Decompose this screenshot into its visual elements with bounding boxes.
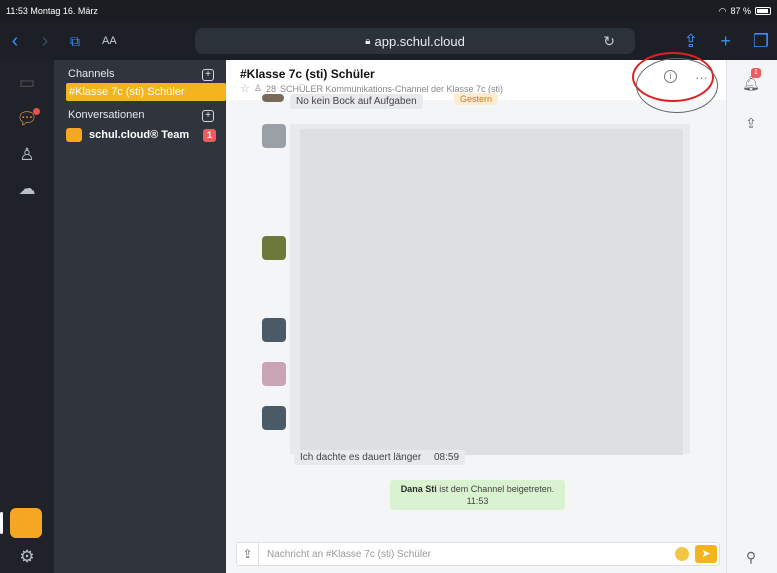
- member-icon: ♙: [253, 83, 262, 93]
- file-upload-icon[interactable]: ⇪: [740, 112, 762, 134]
- app-rail: ▭ 💬︎ ♙ ☁︎ ⚙: [0, 60, 54, 573]
- back-icon[interactable]: ‹: [0, 30, 30, 53]
- channel-description: SCHÜLER Kommunikations-Channel der Klass…: [279, 83, 504, 94]
- url-text: app.schul.cloud: [374, 33, 465, 49]
- date-separator: Gestern: [454, 93, 499, 105]
- avatar: [262, 94, 284, 102]
- bookmarks-icon[interactable]: ⧉: [60, 33, 90, 50]
- message-input[interactable]: Nachricht an #Klasse 7c (sti) Schüler: [267, 549, 675, 560]
- cloud-icon[interactable]: ☁︎: [14, 176, 40, 202]
- system-message: Dana Sti ist dem Channel beigetreten. 11…: [390, 480, 565, 510]
- member-count[interactable]: 28: [266, 84, 276, 94]
- reader-aa-button[interactable]: AA: [102, 35, 117, 47]
- system-time: 11:53: [466, 496, 489, 506]
- right-rail: 🔔︎ 1 ⇪ ⚲: [726, 60, 777, 573]
- send-button[interactable]: ➤: [695, 545, 717, 563]
- message-time: 08:59: [433, 452, 460, 463]
- avatar: [262, 406, 286, 430]
- message-text: No kein Bock auf Aufgaben: [290, 94, 423, 109]
- address-bar[interactable]: 🔒︎ app.schul.cloud ↻: [195, 28, 635, 54]
- reload-icon[interactable]: ↻: [603, 33, 615, 50]
- add-channel-button[interactable]: +: [202, 69, 214, 81]
- unread-badge: 1: [202, 128, 216, 142]
- battery-percentage: 87 %: [730, 6, 751, 16]
- unread-dot: [33, 108, 40, 115]
- system-user: Dana Sti: [400, 484, 437, 494]
- forward-icon[interactable]: ›: [30, 30, 60, 53]
- settings-gear-icon[interactable]: ⚙: [14, 544, 40, 570]
- selection-indicator: [0, 512, 3, 534]
- channel-title: #Klasse 7c (sti) Schüler: [240, 67, 375, 81]
- annotation-gray-circle: [636, 58, 718, 113]
- team-avatar-small: [66, 128, 82, 142]
- wifi-icon: ◠: [718, 5, 727, 16]
- avatar: [262, 124, 286, 148]
- search-icon[interactable]: ⚲: [740, 546, 762, 568]
- status-bar: 11:53 Montag 16. März ◠ 87 %: [0, 0, 777, 22]
- attach-icon[interactable]: ⇪: [237, 543, 259, 565]
- status-time-date: 11:53 Montag 16. März: [6, 6, 98, 16]
- emoji-icon[interactable]: [675, 547, 689, 561]
- star-icon[interactable]: ☆: [240, 82, 250, 95]
- redacted-overlay: [300, 129, 683, 455]
- new-tab-icon[interactable]: +: [720, 31, 731, 52]
- channel-item-active[interactable]: #Klasse 7c (sti) Schüler: [66, 83, 226, 101]
- message-body: Ich dachte es dauert länger: [300, 452, 422, 463]
- channel-sidebar: Channels + #Klasse 7c (sti) Schüler Konv…: [54, 60, 226, 573]
- battery-icon: [755, 7, 771, 15]
- team-avatar[interactable]: [10, 508, 42, 538]
- tabs-icon[interactable]: ❐: [753, 31, 769, 52]
- message-text: Ich dachte es dauert länger 08:59: [294, 450, 466, 465]
- avatar: [262, 236, 286, 260]
- message-composer: ⇪ Nachricht an #Klasse 7c (sti) Schüler …: [236, 542, 720, 566]
- chat-main: #Klasse 7c (sti) Schüler ☆ ♙ 28 SCHÜLER …: [226, 60, 726, 573]
- conversation-label: schul.cloud® Team: [89, 129, 190, 141]
- add-conversation-button[interactable]: +: [202, 110, 214, 122]
- sidebar-toggle-icon[interactable]: ▭: [14, 70, 40, 96]
- share-icon[interactable]: ⇪: [683, 31, 698, 52]
- people-icon[interactable]: ♙: [14, 142, 40, 168]
- system-text: ist dem Channel beigetreten.: [439, 484, 555, 494]
- conversations-heading: Konversationen: [68, 109, 145, 121]
- chat-icon[interactable]: 💬︎: [14, 106, 40, 132]
- channels-heading: Channels: [68, 68, 115, 80]
- avatar: [262, 318, 286, 342]
- lock-icon: 🔒︎: [365, 35, 371, 47]
- conversation-item-team[interactable]: schul.cloud® Team 1: [66, 128, 216, 142]
- avatar: [262, 362, 286, 386]
- notification-badge: 1: [751, 68, 761, 78]
